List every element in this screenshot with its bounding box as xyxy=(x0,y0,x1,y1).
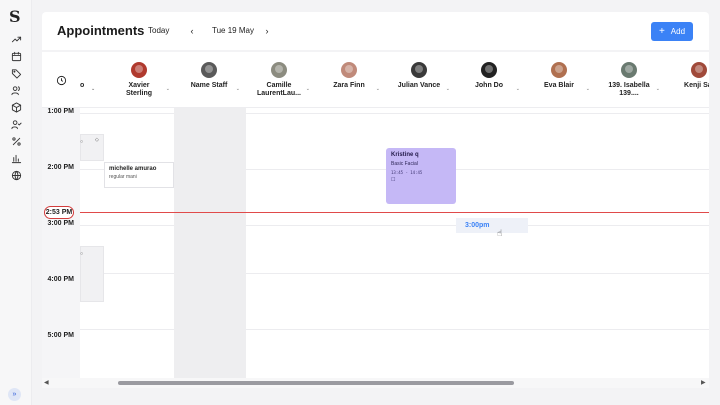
avatar xyxy=(271,62,287,78)
avatar xyxy=(201,62,217,78)
staff-column-header[interactable]: 139. Isabella 139.... ⌄ xyxy=(594,52,664,107)
chevron-down-icon[interactable]: ⌄ xyxy=(376,86,380,92)
staff-name: Camille LaurentLau... xyxy=(257,82,301,97)
staff-column-header[interactable]: Xavier Sterling ⌄ xyxy=(104,52,174,107)
staff-column-header[interactable]: Julian Vance ⌄ xyxy=(384,52,454,107)
chevron-down-icon[interactable]: ⌄ xyxy=(446,86,450,92)
staff-column-header[interactable]: Zara Finn ⌄ xyxy=(314,52,384,107)
avatar xyxy=(341,62,357,78)
tag-icon[interactable] xyxy=(9,66,23,80)
unavailable-column xyxy=(174,108,246,378)
note-icon: ☐ xyxy=(391,177,396,183)
time-label: 5:00 PM xyxy=(47,332,74,339)
blocked-slot xyxy=(80,246,104,302)
scroll-left-icon[interactable]: ◀ xyxy=(44,379,49,386)
expand-sidebar-button[interactable]: » xyxy=(8,388,21,401)
calendar-grid[interactable]: 1:00 PM 2:00 PM 3:00 PM 4:00 PM 5:00 PM … xyxy=(42,108,709,378)
avatar xyxy=(411,62,427,78)
appointment-client: Kristine q xyxy=(391,152,419,158)
toolbar: Appointments Today ‹ Tue 19 May › + Add xyxy=(42,12,709,50)
calendar-icon[interactable] xyxy=(9,49,23,63)
appointment-client: michelle amurao xyxy=(109,166,157,172)
staff-name: Xavier Sterling xyxy=(125,82,153,97)
staff-name-truncated: o xyxy=(80,82,85,89)
users-icon[interactable] xyxy=(9,83,23,97)
clock-icon xyxy=(42,52,80,107)
tag-icon: ◇ xyxy=(95,137,99,143)
time-label: 1:00 PM xyxy=(47,108,74,115)
globe-icon[interactable] xyxy=(9,168,23,182)
chevron-down-icon[interactable]: ⌄ xyxy=(656,86,660,92)
time-label: 2:00 PM xyxy=(47,164,74,171)
app-logo: S xyxy=(9,7,21,26)
appointment-card[interactable]: michelle amurao regular mani xyxy=(104,162,174,188)
percent-icon[interactable] xyxy=(9,134,23,148)
current-time-line xyxy=(80,212,709,213)
prev-day-button[interactable]: ‹ xyxy=(184,22,200,40)
staff-column-header[interactable]: Camille LaurentLau... ⌄ xyxy=(244,52,314,107)
appointment-time: 13:45 - 14:45 xyxy=(391,170,423,175)
blocked-slot xyxy=(80,134,104,161)
box-icon[interactable] xyxy=(9,100,23,114)
scroll-right-icon[interactable]: ▶ xyxy=(701,379,706,386)
staff-column-header[interactable]: Kenji Sat⌄ xyxy=(664,52,709,107)
horizontal-scrollbar[interactable]: ◀ ▶ xyxy=(42,378,709,388)
appointment-card[interactable]: Kristine q Basic Facial 13:45 - 14:45 ☐ xyxy=(386,148,456,204)
hover-time-slot[interactable]: 3:00pm xyxy=(456,218,528,233)
page-title: Appointments xyxy=(57,23,145,38)
trend-icon[interactable] xyxy=(9,32,23,46)
scrollbar-thumb[interactable] xyxy=(118,381,514,385)
date-picker-button[interactable]: Tue 19 May xyxy=(206,22,260,40)
staff-name: Zara Finn xyxy=(333,82,365,89)
current-time-badge: 2:53 PM xyxy=(44,206,74,219)
plus-icon: + xyxy=(658,26,665,37)
chevron-down-icon[interactable]: ⌄ xyxy=(516,86,520,92)
avatar xyxy=(691,62,707,78)
add-button-label: Add xyxy=(670,27,686,36)
staff-column-header[interactable]: John Do ⌄ xyxy=(454,52,524,107)
staff-column-header[interactable]: Name Staff ⌄ xyxy=(174,52,244,107)
avatar xyxy=(131,62,147,78)
staff-name: Name Staff xyxy=(190,82,228,89)
add-button[interactable]: + Add xyxy=(651,22,693,41)
avatar xyxy=(621,62,637,78)
today-button[interactable]: Today xyxy=(142,22,175,40)
staff-name: 139. Isabella 139.... xyxy=(608,82,650,97)
chevron-down-icon[interactable]: ⌄ xyxy=(586,86,590,92)
staff-name: Julian Vance xyxy=(397,82,441,89)
time-label: 4:00 PM xyxy=(47,276,74,283)
chevron-down-icon[interactable]: ⌄ xyxy=(166,86,170,92)
time-label: 3:00 PM xyxy=(47,220,74,227)
chevron-down-icon[interactable]: ⌄ xyxy=(306,86,310,92)
avatar xyxy=(551,62,567,78)
sidebar: S » xyxy=(0,0,32,405)
staff-name: John Do xyxy=(475,82,503,89)
staff-column-header[interactable]: Eva Blair ⌄ xyxy=(524,52,594,107)
chart-icon[interactable] xyxy=(9,151,23,165)
appointment-service: Basic Facial xyxy=(391,161,418,167)
user-check-icon[interactable] xyxy=(9,117,23,131)
chevron-down-icon: ⌄ xyxy=(91,86,96,92)
appointment-service: regular mani xyxy=(109,174,137,180)
avatar xyxy=(481,62,497,78)
staff-name: Kenji Sat xyxy=(684,82,709,89)
circle-icon: ○ xyxy=(80,139,84,145)
staff-name: Eva Blair xyxy=(544,82,574,89)
next-day-button[interactable]: › xyxy=(259,22,275,40)
chevron-down-icon[interactable]: ⌄ xyxy=(236,86,240,92)
staff-header-row: o ⌄ Xavier Sterling ⌄ Name Staff ⌄ Camille L… xyxy=(42,52,709,108)
circle-icon: ○ xyxy=(80,251,84,257)
hand-cursor-icon: ☝ xyxy=(497,228,503,238)
